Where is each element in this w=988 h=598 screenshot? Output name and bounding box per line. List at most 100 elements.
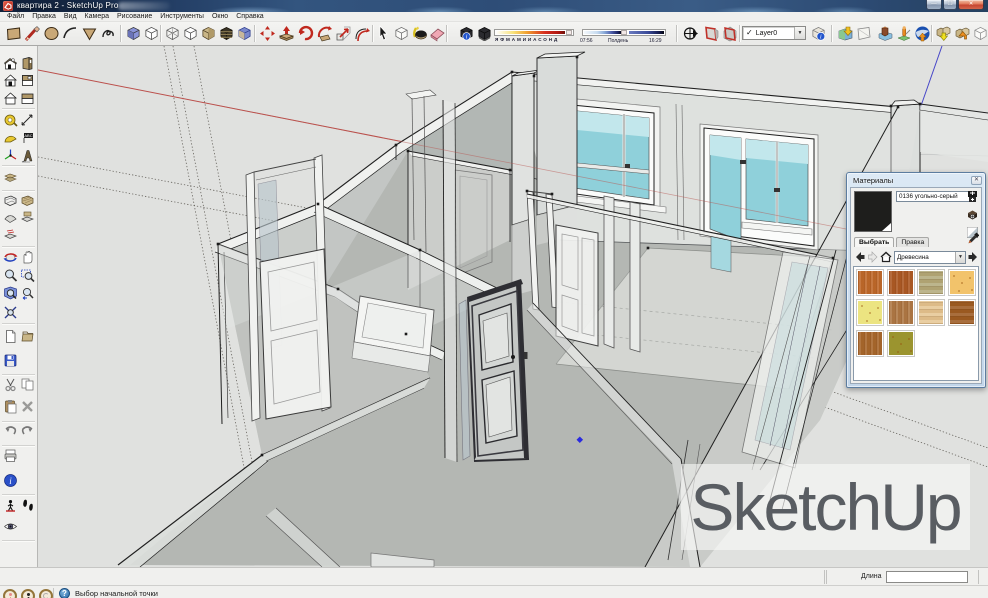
material-swatch[interactable] bbox=[856, 269, 884, 296]
axes-icon[interactable] bbox=[3, 147, 19, 163]
menu-help[interactable]: Справка bbox=[232, 13, 267, 20]
paste-icon[interactable] bbox=[3, 398, 19, 414]
layer-dropdown-icon[interactable]: ▼ bbox=[794, 27, 805, 39]
maximize-button[interactable]: ❐ bbox=[943, 0, 957, 10]
house-plain-icon[interactable] bbox=[3, 90, 19, 106]
material-swatch[interactable] bbox=[856, 299, 884, 326]
paint-bucket-icon[interactable] bbox=[410, 24, 429, 43]
wall-component-icon[interactable] bbox=[20, 90, 36, 106]
shaded-style-icon[interactable] bbox=[199, 24, 218, 43]
undo-icon[interactable] bbox=[3, 422, 19, 438]
toggle-shadows-icon[interactable] bbox=[475, 24, 494, 43]
preview-earth-icon[interactable] bbox=[895, 24, 914, 43]
get-models-icon[interactable] bbox=[934, 24, 953, 43]
orbit-tool-icon[interactable] bbox=[3, 249, 19, 265]
minimize-button[interactable]: — bbox=[926, 0, 942, 10]
zoom-extents-icon[interactable] bbox=[3, 285, 19, 301]
xray-style-icon[interactable] bbox=[163, 24, 182, 43]
geolocation-icon[interactable] bbox=[3, 589, 17, 598]
material-name-field[interactable]: 0136 угольно-серый bbox=[896, 191, 972, 202]
material-swatch[interactable] bbox=[856, 330, 884, 357]
material-swatch[interactable] bbox=[887, 269, 915, 296]
make-component-icon[interactable] bbox=[392, 24, 411, 43]
move-tool-icon[interactable] bbox=[258, 24, 277, 43]
close-button[interactable]: ✕ bbox=[958, 0, 984, 10]
home-icon[interactable] bbox=[880, 251, 892, 263]
window-component-icon[interactable] bbox=[20, 73, 36, 89]
new-document-icon[interactable] bbox=[3, 328, 19, 344]
line-tool-icon[interactable] bbox=[23, 24, 42, 43]
offset-tool-icon[interactable] bbox=[315, 24, 334, 43]
menu-edit[interactable]: Правка bbox=[28, 13, 60, 20]
back-arrow-icon[interactable] bbox=[854, 251, 866, 263]
current-material-preview[interactable] bbox=[854, 191, 892, 232]
menu-camera[interactable]: Камера bbox=[81, 13, 113, 20]
combo-dropdown-icon[interactable]: ▼ bbox=[955, 252, 965, 263]
layer-manager-icon[interactable]: i bbox=[809, 24, 828, 43]
pushpull-tool-icon[interactable] bbox=[277, 24, 296, 43]
zoom-tool-icon[interactable] bbox=[3, 268, 19, 284]
circle-tool-icon[interactable] bbox=[42, 24, 61, 43]
zoom-next-icon[interactable] bbox=[3, 304, 19, 320]
shadow-dialog-icon[interactable]: i bbox=[457, 24, 476, 43]
menu-tools[interactable]: Инструменты bbox=[156, 13, 208, 20]
arc-tool-icon[interactable] bbox=[61, 24, 80, 43]
scale-tool-icon[interactable] bbox=[334, 24, 353, 43]
textured-style-icon[interactable] bbox=[217, 24, 236, 43]
model-info-icon[interactable]: i bbox=[3, 472, 19, 488]
share-model-icon[interactable] bbox=[953, 24, 972, 43]
eraser-tool-icon[interactable] bbox=[428, 24, 447, 43]
sandbox-icon[interactable] bbox=[3, 169, 19, 185]
shadow-time-slider[interactable] bbox=[582, 29, 666, 36]
door-component-icon[interactable] bbox=[20, 55, 36, 71]
add-location-icon[interactable] bbox=[836, 24, 855, 43]
iso-view-icon[interactable] bbox=[124, 24, 143, 43]
walk-icon[interactable] bbox=[20, 497, 36, 513]
menu-file[interactable]: Файл bbox=[3, 13, 28, 20]
toggle-terrain-icon[interactable] bbox=[854, 24, 873, 43]
freehand-tool-icon[interactable] bbox=[99, 24, 118, 43]
create-material-icon[interactable] bbox=[967, 191, 978, 202]
tab-edit[interactable]: Правка bbox=[896, 237, 929, 247]
top-view-icon[interactable] bbox=[142, 24, 161, 43]
pan-tool-icon[interactable] bbox=[20, 249, 36, 265]
protractor-icon[interactable] bbox=[3, 130, 19, 146]
material-swatch[interactable] bbox=[887, 299, 915, 326]
menu-draw[interactable]: Рисование bbox=[113, 13, 156, 20]
google-earth-icon[interactable] bbox=[913, 24, 932, 43]
menu-view[interactable]: Вид bbox=[60, 13, 81, 20]
save-icon[interactable] bbox=[3, 352, 19, 368]
materials-close-button[interactable]: ✕ bbox=[971, 176, 982, 185]
zoom-previous-icon[interactable] bbox=[20, 285, 36, 301]
tab-select[interactable]: Выбрать bbox=[854, 237, 894, 247]
menu-window[interactable]: Окно bbox=[208, 13, 232, 20]
section-fill-icon[interactable] bbox=[720, 24, 739, 43]
measurement-input[interactable] bbox=[886, 571, 968, 583]
zoom-window-icon[interactable] bbox=[20, 268, 36, 284]
layer-combo[interactable]: ✓ Layer0 ▼ bbox=[742, 26, 806, 40]
copy-icon[interactable] bbox=[20, 376, 36, 392]
claim-credit-icon[interactable] bbox=[21, 589, 35, 598]
materials-dialog-titlebar[interactable]: Материалы ✕ bbox=[850, 175, 982, 186]
redo-icon[interactable] bbox=[20, 422, 36, 438]
3d-text-icon[interactable] bbox=[20, 147, 36, 163]
detail-arrow-icon[interactable] bbox=[967, 251, 979, 263]
material-swatch[interactable] bbox=[887, 330, 915, 357]
forward-arrow-icon[interactable] bbox=[867, 251, 879, 263]
material-swatch[interactable] bbox=[917, 269, 945, 296]
stamp-icon[interactable] bbox=[20, 210, 36, 226]
shadow-date-slider[interactable] bbox=[494, 29, 574, 36]
followme-tool-icon[interactable] bbox=[353, 24, 372, 43]
share-component-icon[interactable] bbox=[971, 24, 988, 43]
material-swatch[interactable] bbox=[948, 269, 976, 296]
select-tool-icon[interactable] bbox=[374, 24, 393, 43]
house-door-icon[interactable] bbox=[3, 73, 19, 89]
wireframe-style-icon[interactable] bbox=[181, 24, 200, 43]
drape-icon[interactable] bbox=[3, 227, 19, 243]
sample-paint-eyedropper-icon[interactable] bbox=[967, 232, 979, 245]
tape-measure-icon[interactable] bbox=[3, 112, 19, 128]
look-around-icon[interactable] bbox=[3, 518, 19, 534]
monochrome-style-icon[interactable] bbox=[235, 24, 254, 43]
cut-icon[interactable] bbox=[3, 376, 19, 392]
set-material-paint-icon[interactable] bbox=[967, 209, 978, 220]
